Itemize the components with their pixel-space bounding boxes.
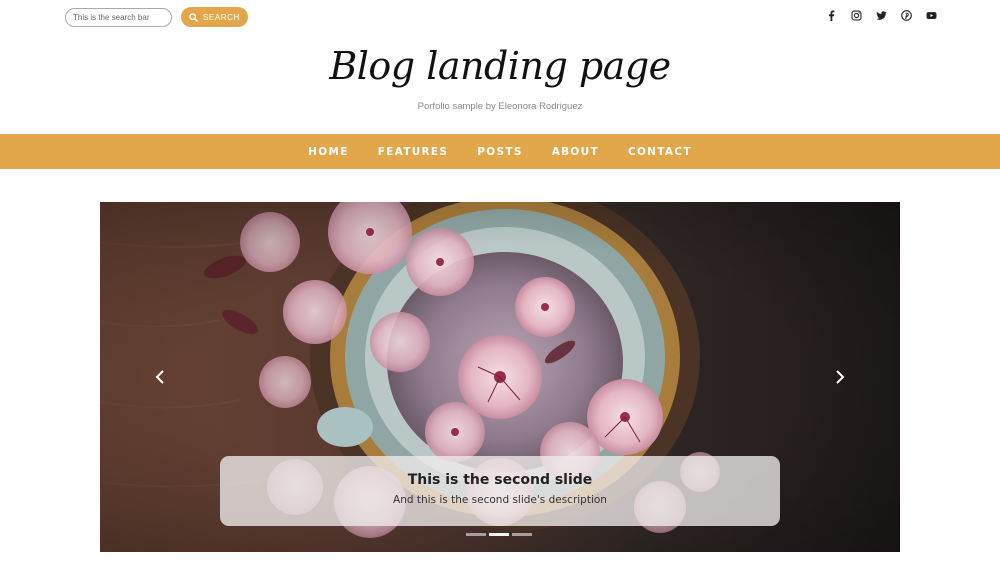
carousel-next-button[interactable] bbox=[830, 367, 850, 387]
pinterest-link[interactable] bbox=[900, 9, 913, 22]
carousel-indicator-3[interactable] bbox=[512, 533, 532, 536]
main-nav: HOME FEATURES POSTS ABOUT CONTACT bbox=[0, 134, 1000, 169]
pinterest-icon bbox=[901, 10, 912, 21]
twitter-link[interactable] bbox=[875, 9, 888, 22]
nav-item-posts[interactable]: POSTS bbox=[463, 146, 537, 158]
search-icon bbox=[189, 12, 198, 22]
carousel-indicator-1[interactable] bbox=[466, 533, 486, 536]
instagram-link[interactable] bbox=[850, 9, 863, 22]
site-title: Blog landing page bbox=[329, 44, 671, 88]
nav-item-features[interactable]: FEATURES bbox=[363, 146, 463, 158]
nav-item-about[interactable]: ABOUT bbox=[537, 146, 613, 158]
image-carousel: This is the second slide And this is the… bbox=[100, 202, 900, 552]
carousel-prev-button[interactable] bbox=[150, 367, 170, 387]
search-bar: SEARCH bbox=[65, 7, 248, 27]
twitter-icon bbox=[876, 11, 887, 20]
social-links bbox=[825, 9, 938, 22]
site-subtitle: Porfolio sample by Eleonora Rodriguez bbox=[417, 101, 583, 112]
nav-item-home[interactable]: HOME bbox=[294, 146, 364, 158]
chevron-right-icon bbox=[836, 370, 845, 384]
facebook-icon bbox=[828, 10, 835, 21]
search-input[interactable] bbox=[65, 7, 172, 27]
chevron-left-icon bbox=[155, 370, 164, 384]
search-button-label: SEARCH bbox=[203, 12, 240, 22]
youtube-link[interactable] bbox=[925, 9, 938, 22]
slide-caption: This is the second slide And this is the… bbox=[220, 456, 780, 526]
youtube-icon bbox=[926, 12, 937, 19]
slide-caption-title: This is the second slide bbox=[407, 472, 593, 488]
facebook-link[interactable] bbox=[825, 9, 838, 22]
carousel-indicator-2[interactable] bbox=[489, 533, 509, 536]
carousel-indicators bbox=[466, 533, 532, 536]
nav-item-contact[interactable]: CONTACT bbox=[613, 146, 706, 158]
search-button[interactable]: SEARCH bbox=[181, 7, 248, 27]
slide-caption-description: And this is the second slide's descripti… bbox=[393, 494, 607, 506]
instagram-icon bbox=[851, 10, 862, 21]
